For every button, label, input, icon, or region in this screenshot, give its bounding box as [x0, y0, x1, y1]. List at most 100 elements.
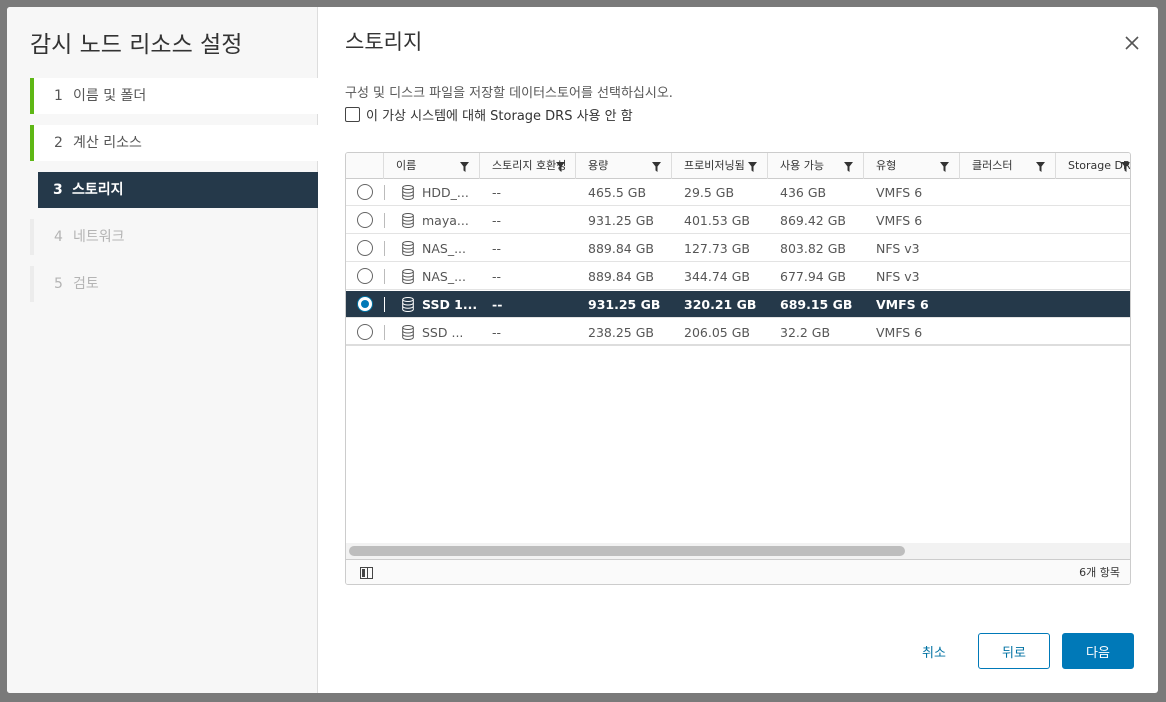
- row-radio[interactable]: [357, 184, 373, 200]
- header-type[interactable]: 유형: [864, 153, 960, 179]
- next-button[interactable]: 다음: [1062, 633, 1134, 669]
- header-provisioned[interactable]: 프로비저닝됨: [672, 153, 768, 179]
- dialog: 감시 노드 리소스 설정 1 이름 및 폴더 2 계산 리소스 3 스토리지 4 네트워…: [7, 7, 1158, 693]
- step-compute-resource[interactable]: 2 계산 리소스: [30, 125, 318, 161]
- table-row[interactable]: NAS_... -- 889.84 GB 344.74 GB 677.94 GB…: [346, 263, 1130, 290]
- item-count: 6개 항목: [1079, 566, 1120, 579]
- step-review: 5 검토: [30, 266, 318, 302]
- cell-free: 32.2 GB: [780, 325, 831, 340]
- cell-name: SSD ...: [422, 325, 464, 340]
- scrollbar-thumb[interactable]: [349, 546, 905, 556]
- header-storage-drs[interactable]: Storage DRS: [1056, 153, 1130, 179]
- datastore-icon: [402, 269, 414, 284]
- wizard-content: 스토리지 구성 및 디스크 파일을 저장할 데이터스토어를 선택하십시오. 이 …: [319, 7, 1158, 693]
- datastore-icon: [402, 213, 414, 228]
- cell-name: HDD_...: [422, 185, 469, 200]
- cell-capacity: 465.5 GB: [588, 185, 647, 200]
- disable-storage-drs-option[interactable]: 이 가상 시스템에 대해 Storage DRS 사용 안 함: [345, 105, 633, 124]
- cell-provisioned: 401.53 GB: [684, 213, 750, 228]
- table-row[interactable]: HDD_... -- 465.5 GB 29.5 GB 436 GB VMFS …: [346, 179, 1130, 206]
- cell-provisioned: 127.73 GB: [684, 241, 750, 256]
- step-label: 계산 리소스: [73, 135, 142, 151]
- cell-type: NFS v3: [876, 269, 920, 284]
- header-label: 이름: [396, 159, 417, 172]
- header-label: 프로비저닝됨: [684, 159, 745, 172]
- header-select-col: [346, 153, 384, 179]
- cell-type: VMFS 6: [876, 213, 923, 228]
- step-name-and-folder[interactable]: 1 이름 및 폴더: [30, 78, 318, 114]
- cell-free: 689.15 GB: [780, 297, 853, 312]
- table-row[interactable]: maya... -- 931.25 GB 401.53 GB 869.42 GB…: [346, 207, 1130, 234]
- header-label: 유형: [876, 159, 897, 172]
- filter-icon[interactable]: [460, 162, 469, 172]
- datastore-grid: 이름 스토리지 호환성 용량 프로비저닝됨 사용 가능 유형 클러스터 Stor…: [345, 152, 1131, 585]
- cell-cluster: [960, 291, 1056, 318]
- cell-free: 436 GB: [780, 185, 827, 200]
- header-capacity[interactable]: 용량: [576, 153, 672, 179]
- table-row[interactable]: SSD ... -- 238.25 GB 206.05 GB 32.2 GB V…: [346, 319, 1130, 346]
- cell-cluster: [960, 263, 1056, 290]
- cell-capacity: 931.25 GB: [588, 297, 661, 312]
- cell-capacity: 889.84 GB: [588, 241, 654, 256]
- cell-cluster: [960, 179, 1056, 206]
- table-row-selected[interactable]: SSD 1... -- 931.25 GB 320.21 GB 689.15 G…: [346, 291, 1130, 318]
- cell-provisioned: 344.74 GB: [684, 269, 750, 284]
- checkbox-label: 이 가상 시스템에 대해 Storage DRS 사용 안 함: [366, 109, 633, 124]
- cancel-button[interactable]: 취소: [902, 633, 966, 669]
- header-storage-compat[interactable]: 스토리지 호환성: [480, 153, 576, 179]
- disable-storage-drs-checkbox[interactable]: [345, 107, 360, 122]
- row-radio[interactable]: [357, 268, 373, 284]
- cell-provisioned: 206.05 GB: [684, 325, 750, 340]
- header-cluster[interactable]: 클러스터: [960, 153, 1056, 179]
- cell-compat: --: [492, 241, 502, 256]
- cell-free: 803.82 GB: [780, 241, 846, 256]
- cell-type: VMFS 6: [876, 185, 923, 200]
- divider: [384, 269, 385, 284]
- step-storage[interactable]: 3 스토리지: [38, 172, 318, 208]
- filter-icon[interactable]: [748, 162, 757, 172]
- divider: [384, 241, 385, 256]
- cell-provisioned: 29.5 GB: [684, 185, 735, 200]
- datastore-icon: [402, 185, 414, 200]
- cell-capacity: 931.25 GB: [588, 213, 654, 228]
- step-number: 2: [54, 135, 63, 151]
- row-radio[interactable]: [357, 240, 373, 256]
- filter-icon[interactable]: [1036, 162, 1045, 172]
- wizard-title: 감시 노드 리소스 설정: [30, 32, 243, 58]
- cell-type: VMFS 6: [876, 297, 929, 312]
- table-row[interactable]: NAS_... -- 889.84 GB 127.73 GB 803.82 GB…: [346, 235, 1130, 262]
- cell-free: 869.42 GB: [780, 213, 846, 228]
- divider: [384, 297, 385, 312]
- cell-cluster: [960, 319, 1056, 346]
- header-name[interactable]: 이름: [384, 153, 480, 179]
- filter-icon[interactable]: [844, 162, 853, 172]
- cell-free: 677.94 GB: [780, 269, 846, 284]
- row-radio[interactable]: [357, 324, 373, 340]
- cell-compat: --: [492, 325, 502, 340]
- step-label: 네트워크: [73, 229, 125, 245]
- divider: [384, 185, 385, 200]
- filter-icon[interactable]: [556, 162, 565, 172]
- cell-capacity: 238.25 GB: [588, 325, 654, 340]
- row-radio[interactable]: [357, 212, 373, 228]
- step-number: 1: [54, 88, 63, 104]
- close-icon[interactable]: [1124, 35, 1140, 51]
- cell-compat: --: [492, 213, 502, 228]
- cell-name: NAS_...: [422, 269, 467, 284]
- horizontal-scrollbar[interactable]: [346, 543, 1130, 559]
- cell-provisioned: 320.21 GB: [684, 297, 757, 312]
- step-label: 스토리지: [72, 182, 124, 198]
- filter-icon[interactable]: [940, 162, 949, 172]
- page-description: 구성 및 디스크 파일을 저장할 데이터스토어를 선택하십시오.: [345, 86, 673, 101]
- filter-icon[interactable]: [1121, 162, 1130, 172]
- back-button[interactable]: 뒤로: [978, 633, 1050, 669]
- header-label: 클러스터: [972, 159, 1013, 172]
- header-free[interactable]: 사용 가능: [768, 153, 864, 179]
- filter-icon[interactable]: [652, 162, 661, 172]
- column-toggle-icon[interactable]: [360, 567, 373, 579]
- grid-footer: 6개 항목: [346, 559, 1130, 584]
- wizard-sidebar: 감시 노드 리소스 설정 1 이름 및 폴더 2 계산 리소스 3 스토리지 4 네트워…: [7, 7, 318, 693]
- cell-name: maya...: [422, 213, 469, 228]
- row-radio[interactable]: [357, 296, 373, 312]
- cell-cluster: [960, 207, 1056, 234]
